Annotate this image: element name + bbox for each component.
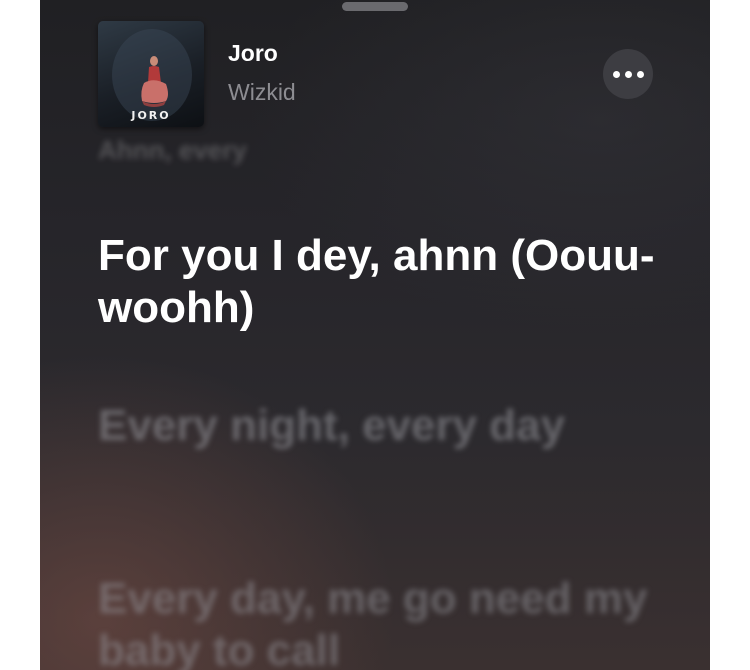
sheet-grabber[interactable]: [342, 2, 408, 11]
lyrics-screen: JORO Joro Wizkid Ahnn, every For you I d…: [40, 0, 710, 670]
lyric-line-previous[interactable]: Ahnn, every: [98, 135, 658, 165]
more-options-button[interactable]: [603, 49, 653, 99]
artist-name[interactable]: Wizkid: [228, 79, 296, 106]
album-artwork[interactable]: JORO: [98, 21, 204, 127]
lyric-line-after-next[interactable]: Every day, me go need my baby to call: [98, 573, 658, 670]
lyric-line-current[interactable]: For you I dey, ahnn (Oouu-woohh): [98, 230, 658, 334]
ellipsis-icon-dot: [624, 70, 632, 78]
lyric-line-next[interactable]: Every night, every day: [98, 400, 658, 452]
ellipsis-icon: [612, 70, 620, 78]
song-title[interactable]: Joro: [228, 40, 278, 67]
ellipsis-icon-dot: [636, 70, 644, 78]
artwork-logo: JORO: [131, 109, 171, 122]
